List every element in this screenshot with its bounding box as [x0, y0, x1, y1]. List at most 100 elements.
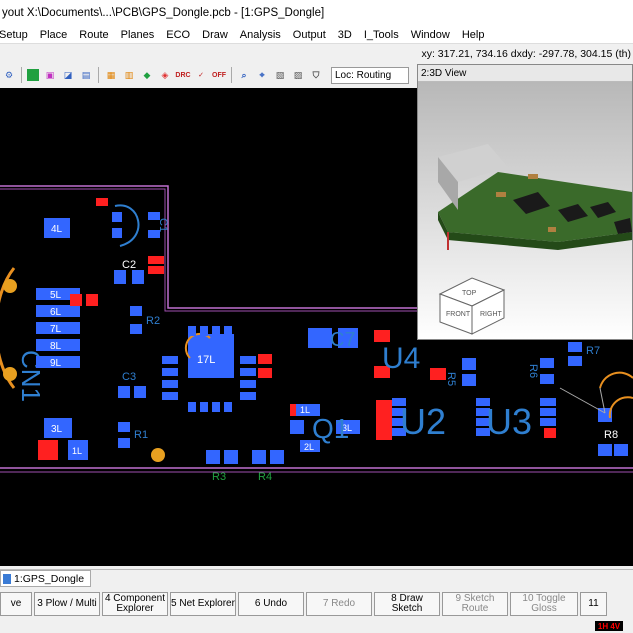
select-filter-icon[interactable]: ▣: [43, 68, 57, 82]
menu-draw[interactable]: Draw: [202, 29, 235, 41]
fkey-draw-sketch[interactable]: 8 Draw Sketch: [374, 592, 440, 616]
fkey-component-explorer[interactable]: 4 Component Explorer: [102, 592, 168, 616]
pad[interactable]: [200, 326, 208, 336]
pad[interactable]: [540, 358, 554, 368]
pad[interactable]: [540, 398, 556, 406]
pad[interactable]: [188, 326, 196, 336]
pad[interactable]: [430, 368, 446, 380]
fkey-redo[interactable]: 7 Redo: [306, 592, 372, 616]
pad[interactable]: [240, 356, 256, 364]
pad[interactable]: [212, 326, 220, 336]
menu-window[interactable]: Window: [411, 29, 457, 41]
find-icon[interactable]: ▧: [273, 68, 287, 82]
pad[interactable]: [130, 324, 142, 334]
fkey-2[interactable]: ve: [0, 592, 32, 616]
zoom-icon[interactable]: ⌕: [237, 68, 251, 82]
connection-icon[interactable]: ▥: [122, 68, 136, 82]
pad[interactable]: [162, 368, 178, 376]
pad[interactable]: [258, 368, 272, 378]
pad[interactable]: [540, 374, 554, 384]
pad[interactable]: [206, 450, 220, 464]
pad[interactable]: [132, 270, 144, 284]
fkey-11[interactable]: 11: [580, 592, 607, 616]
pad[interactable]: [134, 386, 146, 398]
pad[interactable]: [118, 422, 130, 432]
query-icon[interactable]: ▨: [291, 68, 305, 82]
pad[interactable]: [224, 402, 232, 412]
component-icon[interactable]: ▦: [104, 68, 118, 82]
menu-analysis[interactable]: Analysis: [240, 29, 288, 41]
menu-setup[interactable]: Setup: [0, 29, 35, 41]
pad[interactable]: [86, 294, 98, 306]
pad[interactable]: [148, 256, 164, 264]
pad[interactable]: [112, 228, 122, 238]
route-icon[interactable]: ◆: [140, 68, 154, 82]
pad[interactable]: [200, 402, 208, 412]
pad[interactable]: [162, 356, 178, 364]
fkey-sketch-route[interactable]: 9 Sketch Route: [442, 592, 508, 616]
pad[interactable]: [162, 380, 178, 388]
menu-eco[interactable]: ECO: [166, 29, 197, 41]
pad[interactable]: [118, 438, 130, 448]
pad[interactable]: [118, 386, 130, 398]
pad[interactable]: [374, 330, 390, 342]
drc-icon[interactable]: DRC: [175, 68, 190, 82]
via-icon[interactable]: ◈: [158, 68, 172, 82]
pad[interactable]: [224, 326, 232, 336]
pad[interactable]: [376, 400, 392, 440]
pad[interactable]: [568, 342, 582, 352]
pad[interactable]: [114, 270, 126, 284]
drc-check-icon[interactable]: ✓: [194, 68, 208, 82]
view-3d-panel[interactable]: 2:3D View TOP FRONT RIGHT: [417, 64, 633, 340]
menu-help[interactable]: Help: [462, 29, 492, 41]
pad[interactable]: [38, 440, 58, 460]
pan-icon[interactable]: ⌖: [255, 68, 269, 82]
pad[interactable]: [240, 392, 256, 400]
tab-gps-dongle[interactable]: 1:GPS_Dongle: [0, 570, 92, 587]
pad[interactable]: [224, 450, 238, 464]
component-3d: [528, 174, 538, 179]
pad[interactable]: [240, 368, 256, 376]
pad[interactable]: [270, 450, 284, 464]
pad[interactable]: [162, 392, 178, 400]
pad[interactable]: [540, 408, 556, 416]
fkey-undo[interactable]: 6 Undo: [238, 592, 304, 616]
menu-3d[interactable]: 3D: [338, 29, 359, 41]
layer-icon[interactable]: [27, 69, 39, 81]
pad[interactable]: [598, 444, 612, 456]
pad[interactable]: [308, 328, 332, 348]
pad[interactable]: [614, 444, 628, 456]
pad[interactable]: [290, 420, 304, 434]
menu-output[interactable]: Output: [293, 29, 333, 41]
settings-icon[interactable]: ⚙: [2, 68, 16, 82]
fkey-net-explorer[interactable]: 5 Net Explorer: [170, 592, 236, 616]
view-3d-scene[interactable]: TOP FRONT RIGHT: [418, 82, 632, 339]
pad[interactable]: [258, 354, 272, 364]
pad[interactable]: [70, 294, 82, 306]
pad[interactable]: [568, 356, 582, 366]
pad[interactable]: [130, 306, 142, 316]
snap-icon[interactable]: ◪: [61, 68, 75, 82]
pad[interactable]: [112, 212, 122, 222]
pad[interactable]: [240, 380, 256, 388]
pad[interactable]: [212, 402, 220, 412]
pad[interactable]: [462, 358, 476, 370]
pad[interactable]: [188, 402, 196, 412]
filter-icon[interactable]: ⛉: [309, 68, 323, 82]
location-field[interactable]: Loc: Routing: [331, 66, 409, 84]
menu-i-tools[interactable]: I_Tools: [364, 29, 406, 41]
menu-planes[interactable]: Planes: [121, 29, 162, 41]
pad[interactable]: [96, 198, 108, 206]
menu-route[interactable]: Route: [79, 29, 115, 41]
fkey-plow-multi[interactable]: 3 Plow / Multi: [34, 592, 100, 616]
fkey-toggle-gloss[interactable]: 10 Toggle Gloss: [510, 592, 578, 616]
pad[interactable]: [540, 418, 556, 426]
pad[interactable]: [148, 266, 164, 274]
pad[interactable]: [462, 374, 476, 386]
pad[interactable]: [544, 428, 556, 438]
menu-place[interactable]: Place: [40, 29, 75, 41]
r6-label: R6: [527, 364, 539, 378]
drc-off-icon[interactable]: OFF: [212, 68, 226, 82]
pad[interactable]: [252, 450, 266, 464]
properties-icon[interactable]: ▤: [79, 68, 93, 82]
